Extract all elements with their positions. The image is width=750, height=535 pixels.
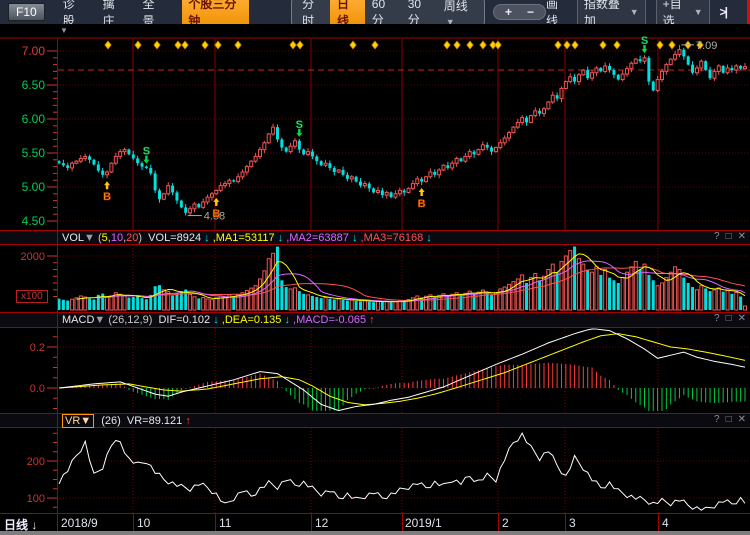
chevron-down-icon: ▼ (694, 7, 703, 17)
svg-text:B: B (418, 198, 426, 210)
vr-header[interactable]: VR▼ (26) VR=89.121 ↑ ? □ ✕ (0, 413, 750, 428)
x-axis: 日线 ↓ 2018/9 10 11 12 2019/1 2 3 4 (0, 513, 750, 531)
svg-text:5.00: 5.00 (22, 180, 46, 194)
svg-text:6.00: 6.00 (22, 112, 46, 126)
zoom-pill: + − (493, 4, 546, 20)
x-axis-label: 2018/9 (61, 516, 98, 530)
x-axis-label: 12 (315, 516, 328, 530)
vol-header[interactable]: VOL▼ (5,10,20) VOL=8924 ↓ ,MA1=53117 ↓ ,… (0, 230, 750, 245)
zoom-out-button[interactable]: − (527, 5, 534, 19)
x-axis-label: 4 (662, 516, 669, 530)
signal-diamonds (105, 41, 703, 49)
svg-text:2000: 2000 (21, 251, 45, 263)
volume-pane[interactable]: 2000 x100 (0, 245, 750, 312)
close-icon[interactable]: ✕ (738, 414, 746, 425)
vr-pane[interactable]: 200 100 (0, 428, 750, 513)
help-icon[interactable]: ? (714, 414, 720, 425)
macd-header-text: MACD▼ (26,12,9) DIF=0.102 ↓ ,DEA=0.135 ↓… (62, 314, 375, 326)
toolbar: F10 诊股 擒庄 全景 个股三分钟 分时 日线 60分 30分 周线▼ + −… (0, 0, 750, 24)
help-icon[interactable]: ? (714, 231, 720, 242)
macd-pane[interactable]: 0.2 0.0 (0, 328, 750, 413)
vr-header-text: VR▼ (26) VR=89.121 ↑ (62, 414, 191, 428)
help-icon[interactable]: ? (714, 313, 720, 324)
svg-text:0.0: 0.0 (30, 383, 45, 395)
candlestick-chart[interactable]: 7.006.506.005.505.004.507.094.58BBBSSS (0, 24, 750, 230)
close-icon[interactable]: ✕ (738, 231, 746, 242)
month-grid-line (215, 514, 216, 531)
svg-text:0.2: 0.2 (30, 342, 45, 354)
svg-text:7.00: 7.00 (22, 44, 46, 58)
x-axis-label: 2 (502, 516, 509, 530)
volume-unit-badge: x100 (16, 290, 48, 303)
restore-icon[interactable]: □ (726, 313, 732, 324)
period-indicator[interactable]: 日线 ↓ (4, 516, 37, 533)
restore-icon[interactable]: □ (726, 231, 732, 242)
arrow-down-icon: ↓ (31, 518, 37, 532)
pane-window-icons: ? □ ✕ (714, 414, 746, 425)
svg-text:7.09: 7.09 (696, 40, 717, 52)
zoom-in-button[interactable]: + (505, 5, 512, 19)
month-grid-line (133, 514, 134, 531)
stock-chart-window: F10 诊股 擒庄 全景 个股三分钟 分时 日线 60分 30分 周线▼ + −… (0, 0, 750, 535)
month-grid-line (565, 514, 566, 531)
f10-button[interactable]: F10 (8, 3, 45, 21)
main-chart-pane[interactable]: ▼ 7.006.506.005.505.004.507.094.58BBBSSS (0, 24, 750, 230)
macd-chart[interactable]: 0.2 0.0 (0, 328, 750, 413)
svg-text:6.50: 6.50 (22, 78, 46, 92)
bottom-scrollbar-strip[interactable] (0, 531, 750, 535)
x-axis-label: 10 (137, 516, 150, 530)
svg-text:5.50: 5.50 (22, 146, 46, 160)
vol-header-text: VOL▼ (5,10,20) VOL=8924 ↓ ,MA1=53117 ↓ ,… (62, 232, 432, 244)
vr-line (59, 433, 745, 510)
vr-chart[interactable]: 200 100 (0, 428, 750, 513)
month-grid-line (402, 514, 403, 531)
svg-text:100: 100 (27, 493, 45, 505)
volume-chart[interactable]: 2000 (0, 245, 750, 312)
collapse-panel-icon[interactable]: >| (720, 5, 726, 19)
pane-window-icons: ? □ ✕ (714, 231, 746, 242)
x-axis-label: 3 (569, 516, 576, 530)
main-indicator-dropdown[interactable]: ▼ (60, 26, 68, 35)
svg-text:4.50: 4.50 (22, 214, 46, 228)
axis-spine-tick (57, 514, 58, 531)
month-grid-line (498, 514, 499, 531)
x-axis-label: 2019/1 (405, 516, 442, 530)
pane-window-icons: ? □ ✕ (714, 313, 746, 324)
trade-signal-markers: BBBSSS (103, 35, 648, 220)
svg-text:200: 200 (27, 456, 45, 468)
month-grid-line (658, 514, 659, 531)
chevron-down-icon: ▼ (630, 7, 639, 17)
svg-text:B: B (212, 208, 220, 220)
x-axis-label: 11 (219, 516, 231, 530)
dif-line (59, 329, 745, 411)
svg-text:B: B (103, 191, 111, 203)
month-grid-line (311, 514, 312, 531)
close-icon[interactable]: ✕ (738, 313, 746, 324)
macd-header[interactable]: MACD▼ (26,12,9) DIF=0.102 ↓ ,DEA=0.135 ↓… (0, 312, 750, 328)
restore-icon[interactable]: □ (726, 414, 732, 425)
